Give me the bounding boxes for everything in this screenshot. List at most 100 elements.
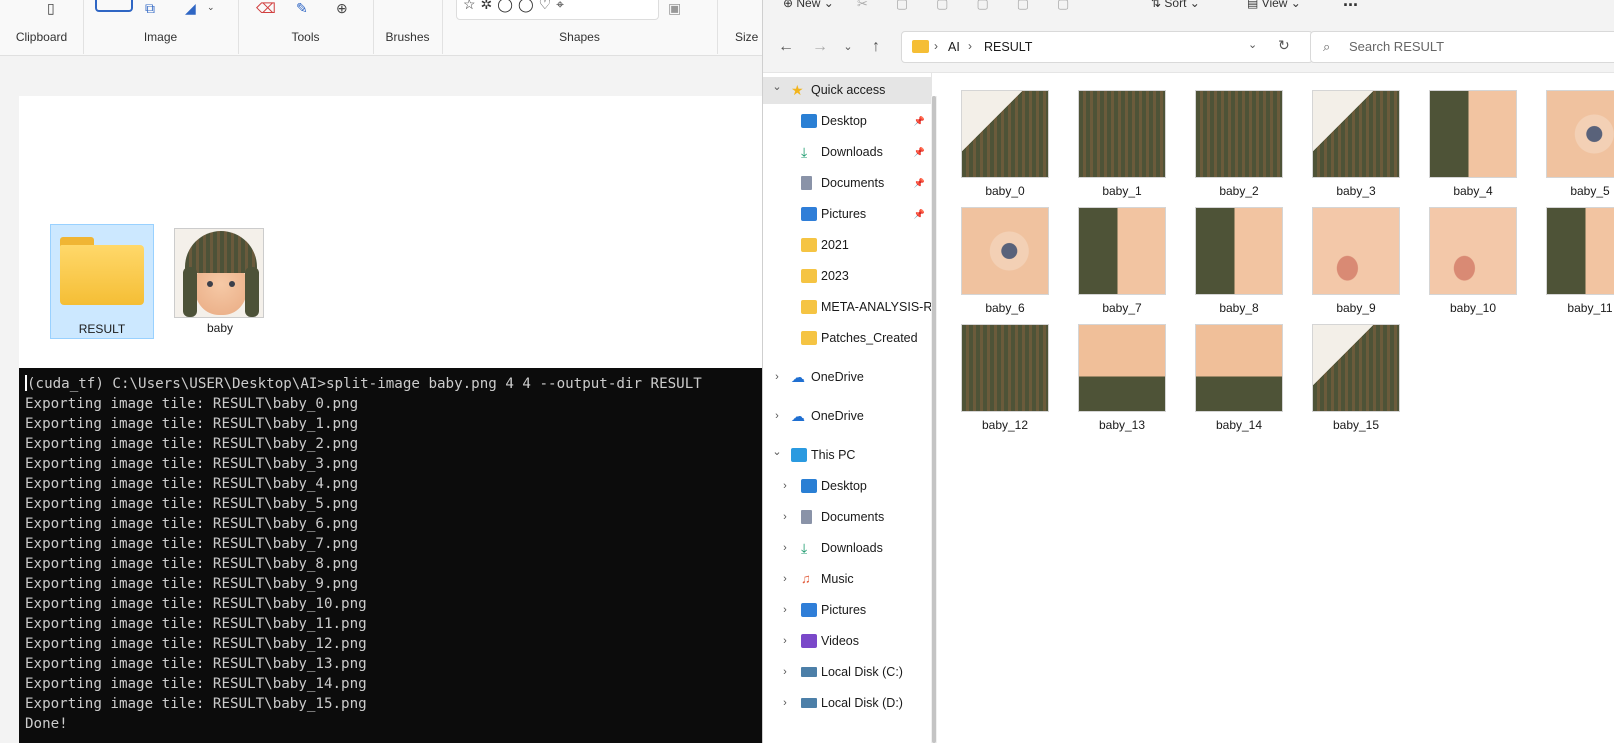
nav-item-label: Downloads: [821, 145, 883, 159]
nav-item[interactable]: › Desktop: [763, 473, 931, 500]
file-name-label: baby_13: [1098, 418, 1146, 432]
folder-icon: [912, 40, 929, 53]
address-dropdown-icon[interactable]: ⌄: [1248, 38, 1257, 51]
collapse-chevron-icon[interactable]: ›: [779, 628, 791, 655]
file-tile[interactable]: baby_11: [1538, 207, 1614, 315]
star-icon: ★: [791, 82, 804, 98]
nav-item[interactable]: › Videos: [763, 628, 931, 655]
file-tile[interactable]: baby_4: [1421, 90, 1525, 198]
view-button[interactable]: ▤ View ⌄: [1247, 0, 1301, 10]
file-tile[interactable]: baby_3: [1304, 90, 1408, 198]
collapse-chevron-icon[interactable]: ›: [779, 597, 791, 624]
nav-item-label: OneDrive: [811, 409, 864, 423]
new-button[interactable]: ⊕ New ⌄: [783, 0, 834, 10]
nav-item[interactable]: › ☁ OneDrive: [763, 403, 931, 430]
desktop-file-baby[interactable]: baby: [168, 224, 272, 339]
file-tile[interactable]: baby_2: [1187, 90, 1291, 198]
pin-icon: 📌: [913, 147, 925, 157]
collapse-chevron-icon[interactable]: ›: [779, 659, 791, 686]
file-tile[interactable]: baby_1: [1070, 90, 1174, 198]
collapse-chevron-icon[interactable]: ›: [779, 535, 791, 562]
color-picker-icon[interactable]: ✎: [296, 0, 308, 17]
file-tile[interactable]: baby_10: [1421, 207, 1525, 315]
file-tile[interactable]: baby_6: [953, 207, 1057, 315]
refresh-icon[interactable]: ↻: [1278, 37, 1290, 54]
file-name-label: baby_8: [1219, 301, 1259, 315]
nav-item[interactable]: 2021: [763, 232, 931, 259]
file-name-label: baby_14: [1215, 418, 1263, 432]
nav-item[interactable]: 2023: [763, 263, 931, 290]
pictures-icon: [801, 207, 817, 221]
eraser-icon[interactable]: ⌫: [256, 0, 276, 17]
nav-item[interactable]: › Local Disk (D:): [763, 690, 931, 717]
terminal-output[interactable]: (cuda_tf) C:\Users\USER\Desktop\AI>split…: [19, 368, 762, 743]
desktop-icon: [801, 114, 817, 128]
collapse-chevron-icon[interactable]: ›: [779, 504, 791, 531]
nav-item[interactable]: Desktop 📌: [763, 108, 931, 135]
select-icon[interactable]: [95, 0, 133, 12]
nav-item[interactable]: Patches_Created: [763, 325, 931, 352]
nav-item[interactable]: › Pictures: [763, 597, 931, 624]
up-arrow-icon[interactable]: ↑: [865, 36, 887, 58]
magnifier-icon[interactable]: ⊕: [336, 0, 348, 17]
expand-chevron-icon[interactable]: ⌄: [771, 442, 783, 466]
file-tile[interactable]: baby_9: [1304, 207, 1408, 315]
file-name-label: baby_11: [1567, 301, 1613, 315]
file-tile[interactable]: baby_12: [953, 324, 1057, 432]
forward-arrow-icon[interactable]: →: [809, 36, 831, 58]
nav-item[interactable]: ⤓ Downloads 📌: [763, 139, 931, 166]
file-tile[interactable]: baby_15: [1304, 324, 1408, 432]
file-name-label: baby_2: [1219, 184, 1259, 198]
shapes-gallery[interactable]: ☆✲◯◯♡⌖: [456, 0, 659, 20]
back-arrow-icon[interactable]: ←: [775, 36, 797, 58]
file-tile[interactable]: baby_5: [1538, 90, 1614, 198]
more-options-button[interactable]: ...: [1343, 0, 1358, 11]
image-thumbnail: [1078, 324, 1166, 412]
file-grid: baby_0 baby_1 baby_2 baby_3 baby_4 baby_5 baby…: [953, 90, 1614, 450]
file-explorer-window: ⊕ New ⌄ ✂▢▢▢▢▢ ⇅ Sort ⌄ ▤ View ⌄ ... ← →…: [762, 0, 1614, 743]
rotate-icon[interactable]: ◢: [185, 0, 196, 17]
search-box[interactable]: ⌕ Search RESULT: [1310, 31, 1614, 63]
expand-chevron-icon[interactable]: ⌄: [771, 77, 783, 101]
sort-button[interactable]: ⇅ Sort ⌄: [1151, 0, 1200, 10]
cloud-icon: ☁: [791, 408, 805, 424]
image-thumbnail: [1312, 90, 1400, 178]
breadcrumb-result[interactable]: RESULT: [984, 40, 1032, 54]
paste-icon[interactable]: ▯: [47, 0, 55, 17]
nav-item[interactable]: › Documents: [763, 504, 931, 531]
nav-item[interactable]: Documents 📌: [763, 170, 931, 197]
file-name-label: baby_0: [985, 184, 1025, 198]
desktop-folder-result[interactable]: RESULT: [50, 224, 154, 339]
crop-icon[interactable]: ⧉: [145, 0, 155, 17]
desktop-icon: [801, 479, 817, 493]
recent-chevron-icon[interactable]: ⌄: [837, 36, 859, 58]
nav-item[interactable]: ⌄ This PC: [763, 442, 931, 469]
nav-item[interactable]: Pictures 📌: [763, 201, 931, 228]
collapse-chevron-icon[interactable]: ›: [779, 690, 791, 717]
nav-item[interactable]: META-ANALYSIS-RI: [763, 294, 931, 321]
file-tile[interactable]: baby_14: [1187, 324, 1291, 432]
file-tile[interactable]: baby_7: [1070, 207, 1174, 315]
navigation-pane: ⌄ ★ Quick access Desktop 📌 ⤓ Downloads 📌 Documen…: [763, 73, 932, 743]
nav-item[interactable]: › ♫ Music: [763, 566, 931, 593]
command-bar: ⊕ New ⌄ ✂▢▢▢▢▢ ⇅ Sort ⌄ ▤ View ⌄ ...: [763, 0, 1614, 22]
file-tile[interactable]: baby_8: [1187, 207, 1291, 315]
collapse-chevron-icon[interactable]: ›: [771, 364, 783, 391]
nav-item[interactable]: › Local Disk (C:): [763, 659, 931, 686]
clipboard-actions[interactable]: ✂▢▢▢▢▢: [857, 0, 1097, 12]
collapse-chevron-icon[interactable]: ›: [771, 403, 783, 430]
search-icon: ⌕: [1323, 39, 1331, 54]
address-bar[interactable]: › AI › RESULT ⌄ ↻: [901, 31, 1313, 63]
nav-item[interactable]: ⌄ ★ Quick access: [763, 77, 931, 104]
nav-item[interactable]: › ⤓ Downloads: [763, 535, 931, 562]
collapse-chevron-icon[interactable]: ›: [779, 473, 791, 500]
file-tile[interactable]: baby_0: [953, 90, 1057, 198]
nav-item[interactable]: › ☁ OneDrive: [763, 364, 931, 391]
collapse-chevron-icon[interactable]: ›: [779, 566, 791, 593]
breadcrumb-ai[interactable]: AI: [948, 40, 960, 54]
terminal-line: Exporting image tile: RESULT\baby_6.png: [25, 516, 359, 532]
chevron-down-icon[interactable]: ⌄: [207, 2, 215, 13]
fill-icon[interactable]: ▣: [668, 0, 681, 17]
nav-scrollbar[interactable]: [931, 96, 937, 743]
file-tile[interactable]: baby_13: [1070, 324, 1174, 432]
